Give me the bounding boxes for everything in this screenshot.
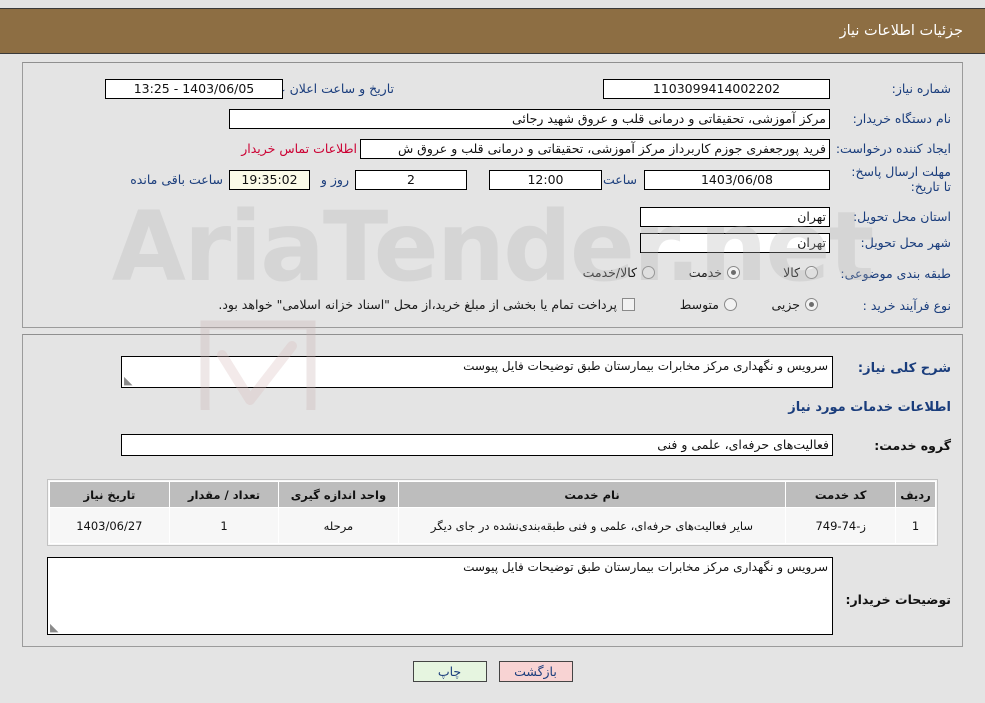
radio-jozei-label: جزیی bbox=[771, 297, 800, 312]
table-row: 1 ز-74-749 سایر فعالیت‌های حرفه‌ای، علمی… bbox=[49, 507, 936, 544]
remaining-days-value: 2 bbox=[355, 170, 467, 190]
radio-motevaset-label: متوسط bbox=[679, 297, 719, 312]
province-value: تهران bbox=[640, 207, 830, 227]
service-group-value: فعالیت‌های حرفه‌ای، علمی و فنی bbox=[121, 434, 833, 456]
th-radif: ردیف bbox=[895, 481, 936, 508]
action-buttons: بازگشت چاپ bbox=[0, 661, 985, 682]
radio-jozei[interactable] bbox=[805, 298, 818, 311]
deadline-label: مهلت ارسال پاسخ: تا تاریخ: bbox=[851, 164, 951, 194]
radio-kala-khedmat[interactable] bbox=[642, 266, 655, 279]
th-qty: تعداد / مقدار bbox=[168, 481, 280, 508]
countdown-suffix: ساعت باقی مانده bbox=[130, 172, 223, 187]
th-code: کد خدمت bbox=[785, 481, 897, 508]
province-row: استان محل تحویل: bbox=[841, 209, 951, 224]
creator-label: ایجاد کننده درخواست: bbox=[835, 141, 951, 156]
category-option-kala[interactable]: کالا bbox=[783, 265, 818, 280]
buyer-notes-textarea[interactable]: سرویس و نگهداری مرکز مخابرات بیمارستان ط… bbox=[47, 557, 833, 635]
deadline-date-value: 1403/06/08 bbox=[644, 170, 830, 190]
buyer-contact-link[interactable]: اطلاعات تماس خریدار bbox=[241, 141, 357, 156]
summary-label: شرح کلی نیاز: bbox=[857, 361, 951, 376]
treasury-checkbox-label: پرداخت تمام یا بخشی از مبلغ خرید،از محل … bbox=[218, 297, 617, 312]
announce-value: 1403/06/05 - 13:25 bbox=[105, 79, 283, 99]
deadline-row: مهلت ارسال پاسخ: تا تاریخ: bbox=[841, 164, 951, 194]
category-label: طبقه بندی موضوعی: bbox=[840, 266, 951, 281]
cell-date: 1403/06/27 bbox=[49, 507, 170, 544]
creator-row: ایجاد کننده درخواست: bbox=[835, 141, 951, 156]
services-table: ردیف کد خدمت نام خدمت واحد اندازه گیری ت… bbox=[49, 481, 936, 544]
services-heading: اطلاعات خدمات مورد نیاز bbox=[788, 400, 951, 415]
summary-textarea[interactable]: سرویس و نگهداری مرکز مخابرات بیمارستان ط… bbox=[121, 356, 833, 388]
radio-motevaset[interactable] bbox=[724, 298, 737, 311]
cell-name: سایر فعالیت‌های حرفه‌ای، علمی و فنی طبقه… bbox=[397, 507, 787, 544]
cell-qty: 1 bbox=[168, 507, 280, 544]
services-table-wrapper: ردیف کد خدمت نام خدمت واحد اندازه گیری ت… bbox=[47, 479, 938, 546]
treasury-checkbox-row[interactable]: پرداخت تمام یا بخشی از مبلغ خرید،از محل … bbox=[218, 297, 635, 312]
city-label: شهر محل تحویل: bbox=[860, 235, 951, 250]
need-number-row: شماره نیاز: bbox=[841, 81, 951, 96]
deadline-time-value: 12:00 bbox=[489, 170, 602, 190]
cell-radif: 1 bbox=[895, 507, 936, 544]
process-option-jozei[interactable]: جزیی bbox=[771, 297, 818, 312]
radio-kala-khedmat-label: کالا/خدمت bbox=[582, 265, 637, 280]
service-group-label: گروه خدمت: bbox=[874, 438, 951, 453]
process-option-motevaset[interactable]: متوسط bbox=[680, 297, 737, 312]
page-title: جزئیات اطلاعات نیاز bbox=[839, 23, 963, 39]
deadline-time-label: ساعت bbox=[602, 172, 637, 187]
need-number-value: 1103099414002202 bbox=[603, 79, 830, 99]
back-button[interactable]: بازگشت bbox=[498, 661, 573, 682]
radio-khedmat[interactable] bbox=[727, 266, 740, 279]
th-date: تاریخ نیاز bbox=[49, 481, 170, 508]
radio-kala-label: کالا bbox=[783, 265, 800, 280]
th-name: نام خدمت bbox=[397, 481, 787, 508]
province-label: استان محل تحویل: bbox=[852, 209, 951, 224]
need-info-panel bbox=[22, 62, 963, 328]
print-button[interactable]: چاپ bbox=[412, 661, 487, 682]
remaining-days-suffix: روز و bbox=[320, 172, 349, 187]
need-number-label: شماره نیاز: bbox=[891, 81, 951, 96]
creator-value: فرید پورجعفری جوزم کاربرداز مرکز آموزشی،… bbox=[360, 139, 830, 159]
table-header-row: ردیف کد خدمت نام خدمت واحد اندازه گیری ت… bbox=[49, 481, 936, 508]
buyer-notes-label: توضیحات خریدار: bbox=[845, 592, 951, 607]
category-option-khedmat[interactable]: خدمت bbox=[689, 265, 740, 280]
buyer-org-label: نام دستگاه خریدار: bbox=[852, 111, 951, 126]
treasury-checkbox[interactable] bbox=[622, 298, 635, 311]
buyer-notes-text: سرویس و نگهداری مرکز مخابرات بیمارستان ط… bbox=[463, 560, 828, 574]
buyer-org-row: نام دستگاه خریدار: bbox=[841, 111, 951, 126]
window-title-bar: جزئیات اطلاعات نیاز bbox=[0, 8, 985, 54]
resize-grip-icon-2[interactable]: ◢ bbox=[50, 621, 60, 634]
cell-code: ز-74-749 bbox=[785, 507, 897, 544]
countdown-value: 19:35:02 bbox=[229, 170, 310, 190]
cell-unit: مرحله bbox=[278, 507, 399, 544]
category-option-kala-khedmat[interactable]: کالا/خدمت bbox=[583, 265, 655, 280]
summary-text: سرویس و نگهداری مرکز مخابرات بیمارستان ط… bbox=[463, 359, 828, 373]
city-row: شهر محل تحویل: bbox=[841, 235, 951, 250]
page-root: AriaTender.net جزئیات اطلاعات نیاز شماره… bbox=[0, 0, 985, 703]
resize-grip-icon[interactable]: ◢ bbox=[124, 374, 134, 387]
buyer-org-value: مرکز آموزشی، تحقیقاتی و درمانی قلب و عرو… bbox=[229, 109, 830, 129]
process-label: نوع فرآیند خرید : bbox=[862, 298, 951, 313]
city-value: تهران bbox=[640, 233, 830, 253]
th-unit: واحد اندازه گیری bbox=[278, 481, 399, 508]
radio-kala[interactable] bbox=[805, 266, 818, 279]
radio-khedmat-label: خدمت bbox=[688, 265, 722, 280]
